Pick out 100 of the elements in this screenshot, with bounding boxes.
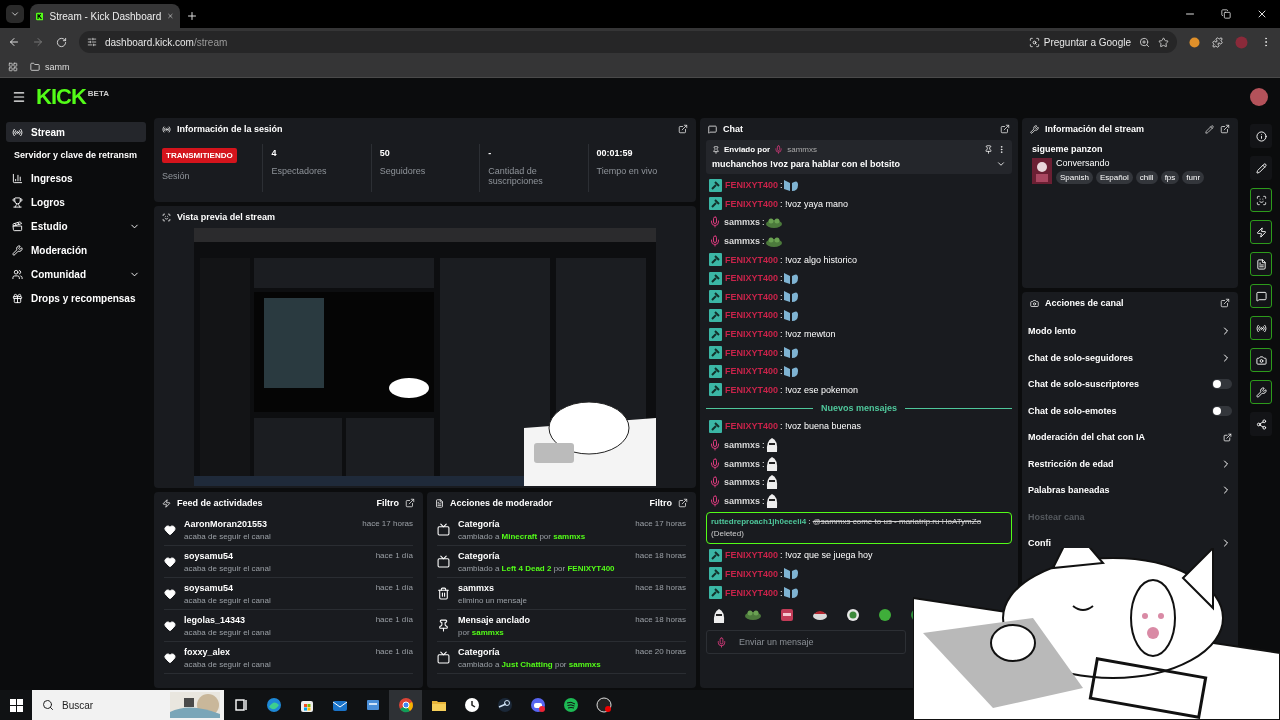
popout-button[interactable] (1220, 124, 1230, 134)
tag: chill (1135, 171, 1158, 184)
timestamp: hace 1 día (375, 647, 413, 656)
address-bar[interactable]: dashboard.kick.com/stream Preguntar a Google (79, 31, 1177, 53)
tool-button[interactable] (1250, 188, 1272, 212)
music-icon[interactable] (562, 697, 579, 713)
user-name: sammxs (724, 495, 761, 506)
steam-icon[interactable] (496, 697, 513, 713)
toggle-switch[interactable] (1212, 405, 1232, 416)
filter-button[interactable]: Filtro (649, 498, 672, 508)
sidebar-item[interactable]: Ingresos (6, 168, 146, 188)
user-name: FENIXYT400 (725, 291, 779, 302)
channel-action[interactable]: Modo lento (1028, 318, 1232, 345)
channel-action[interactable]: Restricción de edad (1028, 450, 1232, 477)
taskbar-button[interactable] (389, 690, 422, 720)
clock-icon[interactable] (463, 697, 480, 713)
sidebar-subitem[interactable]: Servidor y clave de retransm (6, 146, 138, 164)
wrench-icon (12, 244, 23, 256)
gamepad-icon[interactable] (529, 697, 546, 713)
app-window-icon[interactable] (364, 697, 381, 713)
popout-button[interactable] (405, 498, 415, 508)
bookmark-star-icon[interactable] (1158, 36, 1169, 48)
sidebar-item[interactable]: Moderación (6, 240, 146, 260)
tag: Spanish (1056, 171, 1093, 184)
microphone-icon (774, 145, 784, 154)
chevron-down-icon[interactable] (996, 159, 1006, 169)
popout-icon (1220, 298, 1230, 308)
back-icon[interactable] (8, 36, 20, 48)
sidebar-item[interactable]: Stream (6, 122, 146, 142)
new-tab-icon[interactable] (186, 10, 198, 22)
channel-action[interactable]: Chat de solo-suscriptores (1028, 371, 1232, 398)
close-tab-icon[interactable] (167, 11, 174, 21)
timestamp: hace 1 día (375, 551, 413, 560)
filter-button[interactable]: Filtro (376, 498, 399, 508)
tag: fps (1160, 171, 1180, 184)
sidebar-item[interactable]: Comunidad (6, 264, 146, 284)
hammer-badge-icon (709, 253, 722, 267)
extensions-icon[interactable] (1212, 36, 1223, 48)
toggle-switch[interactable] (1212, 379, 1232, 390)
tag: funr (1182, 171, 1205, 184)
site-settings-icon[interactable] (87, 37, 97, 47)
message-text: : (762, 495, 765, 506)
menu-icon[interactable] (12, 90, 26, 104)
channel-action[interactable]: Chat de solo-emotes (1028, 397, 1232, 424)
user-name: soysamu54 (184, 582, 235, 593)
popout-button[interactable] (678, 498, 688, 508)
message-text: : (780, 587, 783, 598)
lightning-icon (1255, 226, 1267, 238)
user-name: sammxs (724, 477, 761, 488)
channel-action[interactable]: Confi (1028, 530, 1232, 557)
tool-button[interactable] (1250, 412, 1272, 436)
browser-icon[interactable] (397, 697, 414, 713)
more-icon[interactable] (997, 145, 1006, 154)
popout-button[interactable] (1220, 298, 1230, 308)
broadcast-icon (162, 124, 171, 134)
tool-button[interactable] (1250, 220, 1272, 244)
tool-button[interactable] (1250, 252, 1272, 276)
sidebar-item[interactable]: Estudio (6, 216, 146, 236)
broadcast-icon (12, 126, 23, 138)
avatar[interactable] (1250, 88, 1268, 106)
channel-action[interactable]: Moderación del chat con IA (1028, 424, 1232, 451)
user-name: FENIXYT400 (725, 421, 779, 432)
action-text: cambiado a Left 4 Dead 2 por FENIXYT400 (458, 563, 616, 573)
zoom-icon[interactable] (1139, 36, 1150, 48)
popout-button[interactable] (1000, 124, 1010, 134)
tool-button[interactable] (1250, 380, 1272, 404)
bookmark-folder[interactable]: samm (30, 61, 70, 72)
sidebar-item[interactable]: Logros (6, 192, 146, 212)
task-view-icon[interactable] (233, 698, 248, 712)
emote-icon (782, 290, 799, 304)
edit-button[interactable] (1205, 124, 1214, 134)
channel-action[interactable]: Chat de solo-seguidores (1028, 344, 1232, 371)
wave-icon[interactable] (265, 697, 282, 713)
message-text: : !voz ese pokemon (780, 384, 859, 395)
unpin-icon[interactable] (984, 145, 993, 154)
message-field[interactable]: Enviar un mensaje (706, 629, 906, 654)
activity-text: acaba de seguir el canal (184, 595, 272, 605)
apps-icon[interactable] (8, 61, 18, 72)
tool-button[interactable] (1250, 156, 1272, 180)
browser-tab[interactable]: Stream - Kick Dashboard (30, 4, 180, 28)
user-name: FENIXYT400 (725, 310, 779, 321)
tool-button[interactable] (1250, 124, 1272, 148)
message-text: : !voz mewton (780, 329, 836, 340)
user-name: FENIXYT400 (725, 384, 779, 395)
hammer-badge-icon (709, 364, 722, 378)
tool-button[interactable] (1250, 316, 1272, 340)
tool-button[interactable] (1250, 284, 1272, 308)
tab-list-button[interactable] (6, 5, 24, 23)
reload-icon[interactable] (56, 36, 67, 48)
channel-action[interactable]: Palabras baneadas (1028, 477, 1232, 504)
message-text: : !voz buena buenas (780, 421, 862, 432)
sidebar-item[interactable]: Drops y recompensas (6, 288, 146, 308)
deleted-text: @sammxs come to us - mariatrip.ru HoATymZo (812, 517, 982, 527)
record-icon[interactable] (595, 697, 612, 713)
tool-button[interactable] (1250, 348, 1272, 372)
ask-google-button[interactable]: Preguntar a Google (1028, 36, 1131, 48)
extension-icon[interactable] (1189, 36, 1200, 48)
popout-button[interactable] (678, 124, 688, 134)
heart-icon (164, 619, 176, 632)
category-name: Conversando (1056, 158, 1111, 168)
